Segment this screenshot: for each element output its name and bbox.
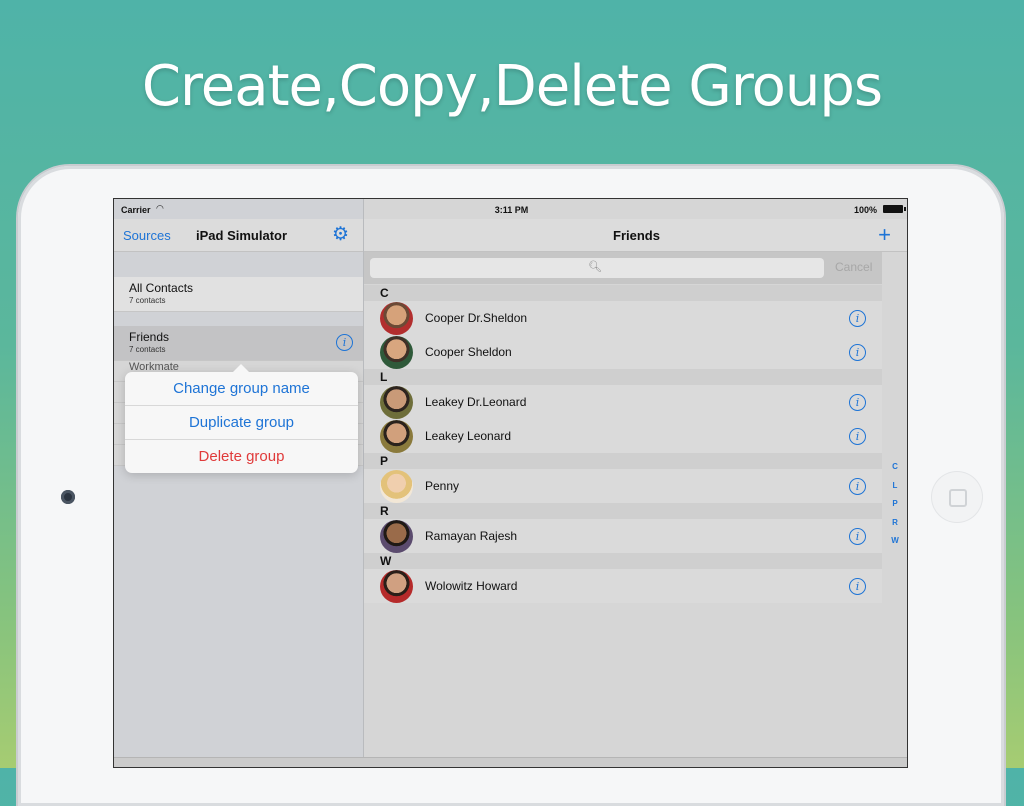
- section-header: W: [364, 553, 882, 569]
- status-bar: Carrier ◠ 3:11 PM 100%: [114, 199, 907, 219]
- search-icon: 🔍︎: [588, 261, 602, 273]
- bottom-toolbar: [114, 757, 907, 767]
- contact-name: Ramayan Rajesh: [425, 529, 518, 543]
- index-letter[interactable]: L: [888, 481, 902, 500]
- contact-row[interactable]: Ramayan Rajesh i: [364, 519, 882, 553]
- delete-group-button[interactable]: Delete group: [125, 440, 358, 473]
- contact-row[interactable]: Cooper Sheldon i: [364, 335, 882, 369]
- info-icon[interactable]: i: [336, 334, 353, 351]
- contact-name: Leakey Dr.Leonard: [425, 395, 527, 409]
- ipad-screen: Sources iPad Simulator ⚙ All Contacts 7 …: [113, 198, 908, 768]
- sources-button[interactable]: Sources: [123, 228, 171, 243]
- contact-name: Leakey Leonard: [425, 429, 512, 443]
- contact-row[interactable]: Cooper Dr.Sheldon i: [364, 301, 882, 335]
- avatar: [380, 570, 413, 603]
- contact-name: Cooper Dr.Sheldon: [425, 311, 528, 325]
- contact-name: Cooper Sheldon: [425, 345, 512, 359]
- index-letter[interactable]: R: [888, 518, 902, 537]
- detail-nav-bar: Friends +: [364, 219, 907, 252]
- group-count: 7 contacts: [129, 296, 166, 305]
- contact-row[interactable]: Wolowitz Howard i: [364, 569, 882, 603]
- status-time: 3:11 PM: [494, 205, 529, 215]
- duplicate-group-button[interactable]: Duplicate group: [125, 406, 358, 440]
- avatar: [380, 470, 413, 503]
- plus-icon[interactable]: +: [878, 222, 891, 248]
- avatar: [380, 520, 413, 553]
- index-letter[interactable]: W: [888, 536, 902, 555]
- info-icon[interactable]: i: [849, 578, 866, 595]
- detail-title: Friends: [613, 228, 660, 243]
- section-header: P: [364, 453, 882, 469]
- group-name: All Contacts: [129, 281, 194, 295]
- group-row-friends[interactable]: Friends 7 contacts i: [114, 326, 363, 361]
- info-icon[interactable]: i: [849, 394, 866, 411]
- section-index[interactable]: C L P R W: [888, 462, 902, 555]
- headline: Create,Copy,Delete Groups: [141, 54, 883, 119]
- contact-name: Wolowitz Howard: [425, 579, 518, 593]
- camera: [61, 490, 75, 504]
- avatar: [380, 336, 413, 369]
- section-header: R: [364, 503, 882, 519]
- gear-icon[interactable]: ⚙: [332, 223, 349, 246]
- home-button[interactable]: [932, 472, 982, 522]
- group-row-all-contacts[interactable]: All Contacts 7 contacts: [114, 277, 363, 312]
- index-letter[interactable]: C: [888, 462, 902, 481]
- contacts-list: C Cooper Dr.Sheldon i Cooper Sheldon i L…: [364, 285, 882, 603]
- section-header: C: [364, 285, 882, 301]
- info-icon[interactable]: i: [849, 528, 866, 545]
- battery-icon: [883, 205, 906, 213]
- search-bar: 🔍︎ Cancel: [364, 252, 882, 284]
- battery-percent: 100%: [853, 205, 877, 215]
- group-count: 7 contacts: [129, 345, 166, 354]
- contact-row[interactable]: Penny i: [364, 469, 882, 503]
- cancel-button[interactable]: Cancel: [835, 260, 872, 274]
- group-action-popover: Change group name Duplicate group Delete…: [125, 364, 358, 473]
- detail-pane: Friends + 🔍︎ Cancel C Cooper Dr.Sheldon …: [364, 199, 907, 767]
- change-group-name-button[interactable]: Change group name: [125, 372, 358, 406]
- group-name: Friends: [129, 330, 170, 344]
- master-nav-bar: Sources iPad Simulator ⚙: [114, 219, 363, 252]
- info-icon[interactable]: i: [849, 428, 866, 445]
- info-icon[interactable]: i: [849, 478, 866, 495]
- master-title: iPad Simulator: [196, 228, 288, 243]
- avatar: [380, 302, 413, 335]
- popover-arrow: [233, 364, 249, 372]
- contact-name: Penny: [425, 479, 460, 493]
- info-icon[interactable]: i: [849, 310, 866, 327]
- section-header: L: [364, 369, 882, 385]
- index-letter[interactable]: P: [888, 499, 902, 518]
- avatar: [380, 386, 413, 419]
- search-input[interactable]: 🔍︎: [370, 258, 824, 278]
- avatar: [380, 420, 413, 453]
- info-icon[interactable]: i: [849, 344, 866, 361]
- master-pane: Sources iPad Simulator ⚙ All Contacts 7 …: [114, 199, 364, 767]
- contact-row[interactable]: Leakey Leonard i: [364, 419, 882, 453]
- contact-row[interactable]: Leakey Dr.Leonard i: [364, 385, 882, 419]
